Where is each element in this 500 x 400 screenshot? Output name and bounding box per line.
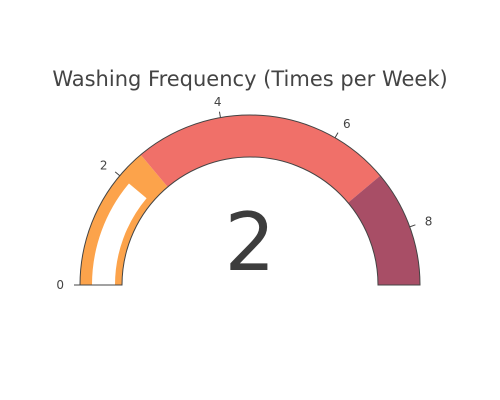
chart-title: Washing Frequency (Times per Week) — [52, 67, 447, 91]
gauge-tick-mark — [218, 111, 221, 118]
gauge-tick-label: 8 — [425, 214, 433, 228]
gauge-tick-mark — [114, 171, 121, 177]
gauge-tick-mark — [409, 224, 416, 228]
gauge-chart: Washing Frequency (Times per Week) 0 2 4 6 8… — [52, 67, 447, 292]
gauge-tick-label: 2 — [100, 158, 108, 172]
gauge-tick-label: 4 — [214, 95, 222, 109]
gauge-tick-mark — [334, 132, 339, 139]
gauge-tick-label: 0 — [56, 278, 64, 292]
gauge-tick-label: 6 — [343, 117, 351, 131]
gauge-value-label: 2 — [225, 196, 276, 289]
